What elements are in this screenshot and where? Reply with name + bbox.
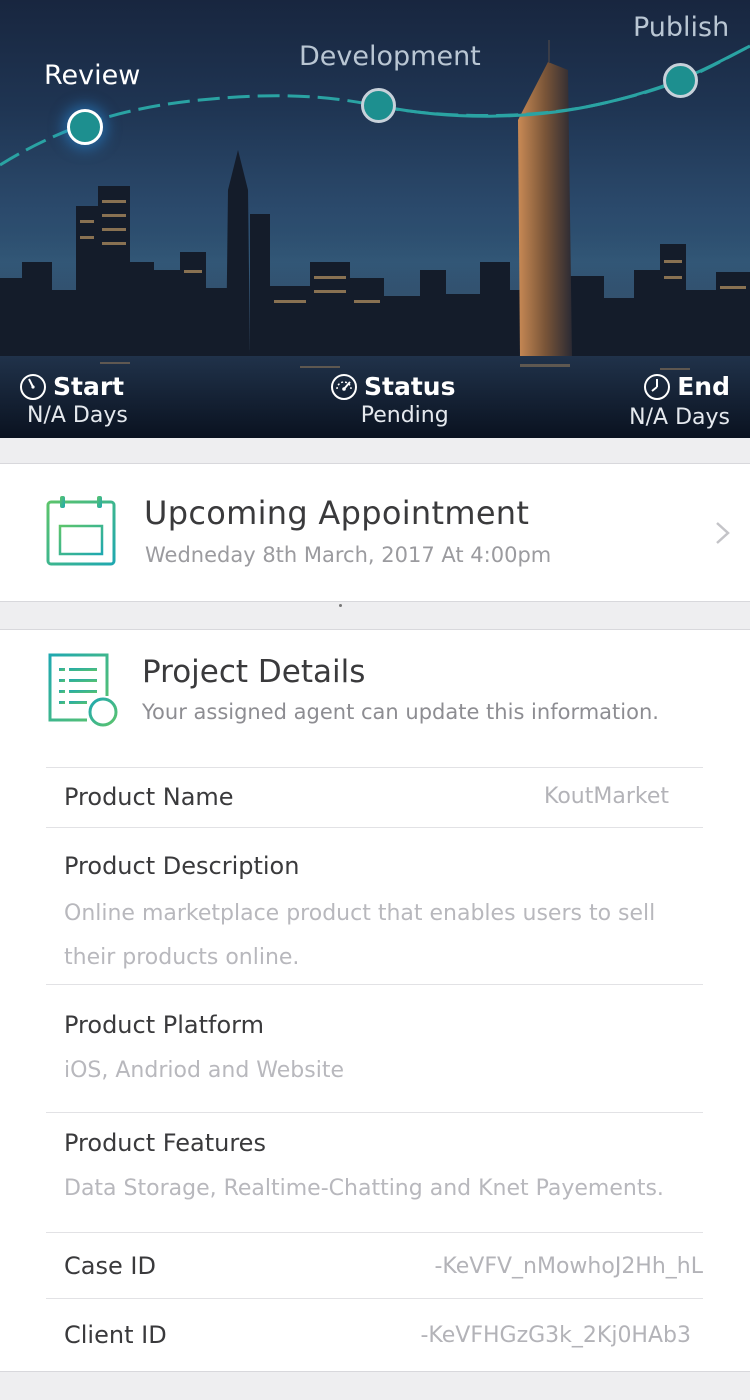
project-details-subtitle: Your assigned agent can update this info… <box>142 700 659 724</box>
project-progress-header: Review Development Publish Start N/A Day… <box>0 0 750 438</box>
document-add-icon <box>48 653 118 727</box>
calendar-icon <box>46 496 116 566</box>
status-value: Pending <box>360 403 449 428</box>
speedometer-icon <box>331 373 357 400</box>
stage-publish-node <box>663 63 698 98</box>
case-id-value: -KeVFV_nMowhoJ2Hh_hL <box>434 1254 703 1279</box>
product-name-row: Product Name KoutMarket <box>46 767 703 827</box>
case-id-label: Case ID <box>64 1252 156 1280</box>
start-value: N/A Days <box>27 403 128 428</box>
stage-development-label: Development <box>299 41 481 72</box>
stage-review-node <box>67 109 103 145</box>
product-features-value: Data Storage, Realtime-Chatting and Knet… <box>64 1176 664 1201</box>
end-label: End <box>677 372 730 401</box>
project-details-title: Project Details <box>142 654 366 690</box>
case-id-row: Case ID -KeVFV_nMowhoJ2Hh_hL <box>46 1232 703 1298</box>
status-stat: Status Pending <box>330 372 455 428</box>
product-name-label: Product Name <box>64 783 234 811</box>
chevron-right-icon[interactable] <box>712 521 734 545</box>
appointment-date: Wedneday 8th March, 2017 At 4:00pm <box>145 543 552 567</box>
stage-review-label: Review <box>44 60 141 91</box>
start-stat: Start N/A Days <box>19 372 128 428</box>
stopwatch-icon <box>20 373 46 400</box>
product-description-label: Product Description <box>64 852 300 880</box>
stage-publish-label: Publish <box>633 12 730 43</box>
separator-dot <box>339 604 342 607</box>
product-description-row: Product Description Online marketplace p… <box>46 827 703 984</box>
client-id-value: -KeVFHGzG3k_2Kj0HAb3 <box>420 1323 691 1348</box>
product-description-value: Online marketplace product that enables … <box>64 901 656 970</box>
product-name-value: KoutMarket <box>544 784 669 809</box>
product-features-row: Product Features Data Storage, Realtime-… <box>46 1112 703 1232</box>
start-label: Start <box>53 372 125 401</box>
client-id-row: Client ID -KeVFHGzG3k_2Kj0HAb3 <box>46 1298 703 1372</box>
end-stat: End N/A Days <box>629 372 730 430</box>
appointment-title: Upcoming Appointment <box>144 494 530 532</box>
clock-icon <box>644 373 671 400</box>
stage-development-node <box>361 88 396 123</box>
status-label: Status <box>364 372 456 401</box>
end-value: N/A Days <box>629 405 730 430</box>
product-platform-label: Product Platform <box>64 1011 264 1039</box>
product-platform-row: Product Platform iOS, Andriod and Websit… <box>46 984 703 1112</box>
project-details-card: Project Details Your assigned agent can … <box>0 629 750 1372</box>
upcoming-appointment-card[interactable]: Upcoming Appointment Wedneday 8th March,… <box>0 463 750 602</box>
product-features-label: Product Features <box>64 1129 266 1157</box>
product-platform-value: iOS, Andriod and Website <box>64 1058 344 1083</box>
client-id-label: Client ID <box>64 1321 167 1349</box>
